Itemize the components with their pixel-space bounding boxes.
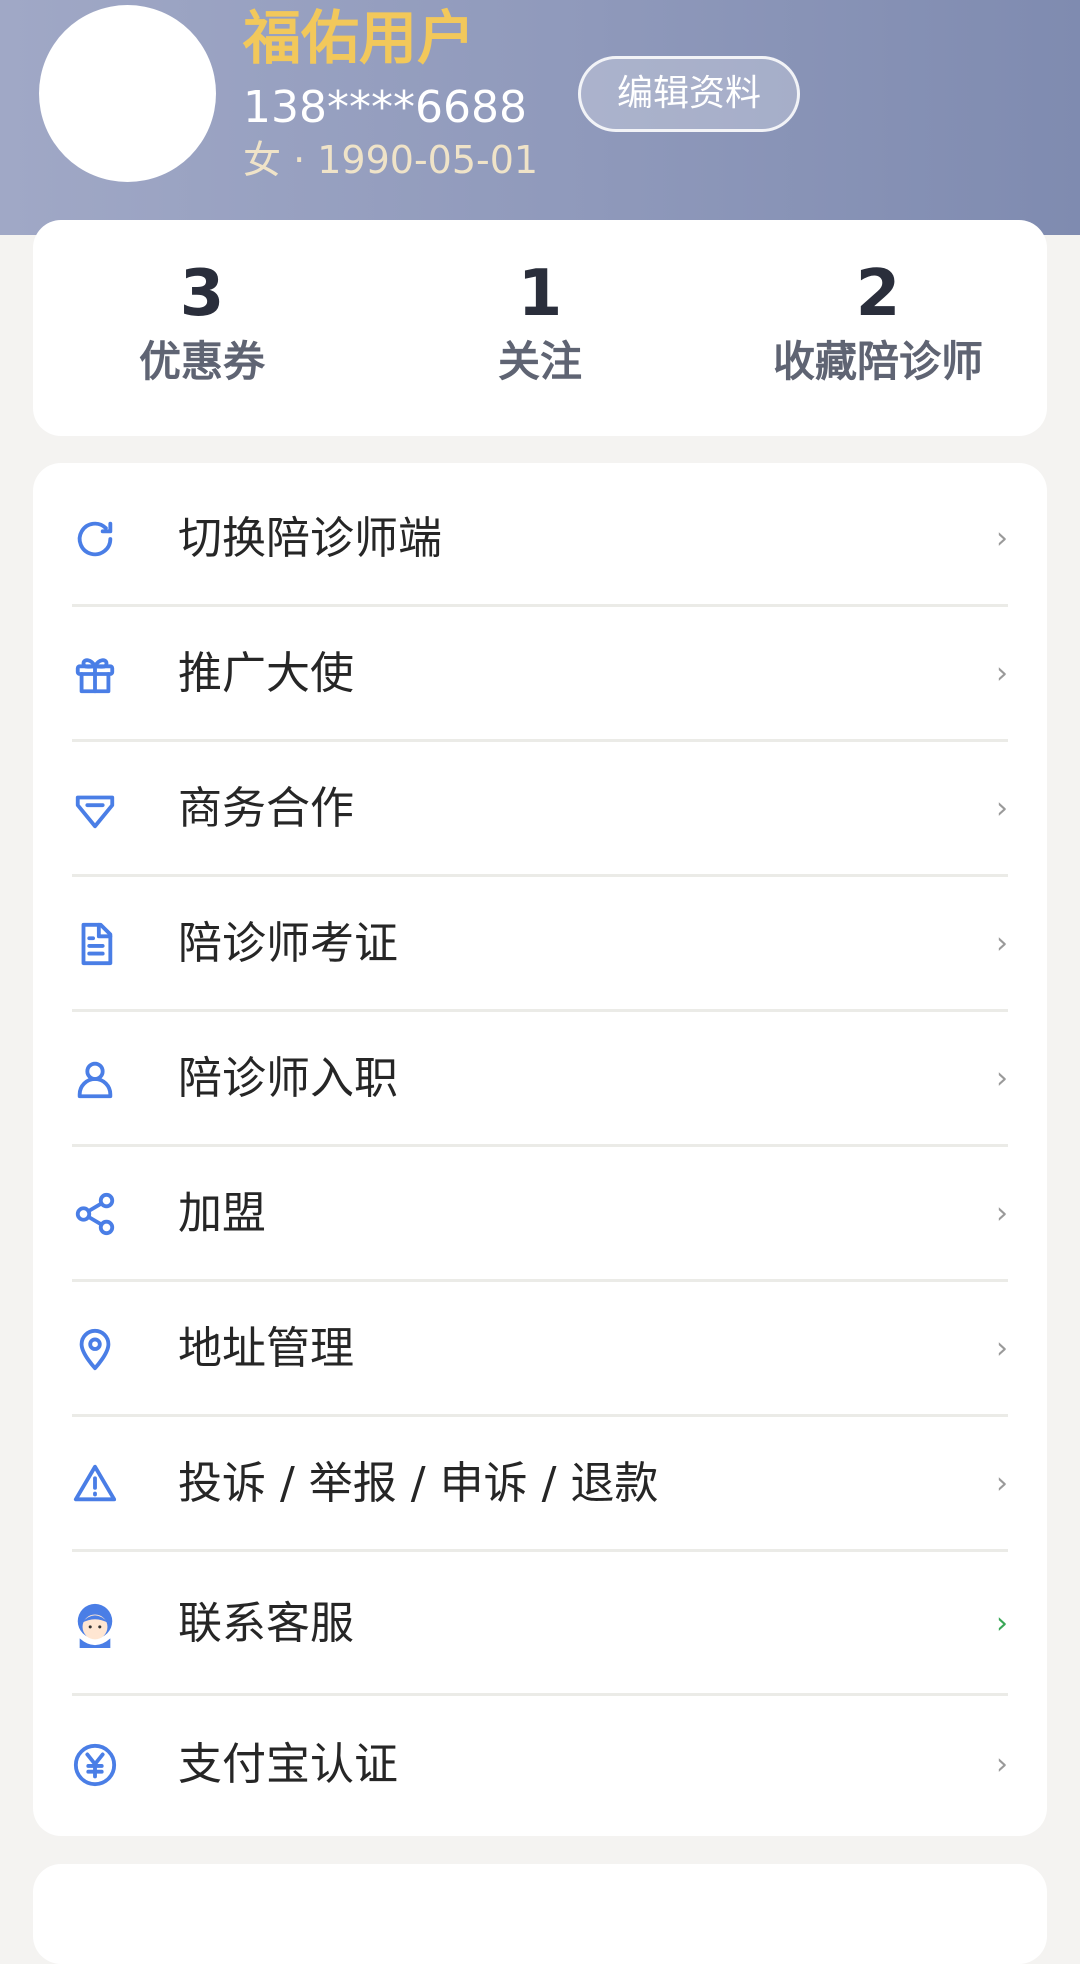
user-gender-birthday: 女 · 1990-05-01 bbox=[243, 138, 539, 182]
bottom-card bbox=[33, 1864, 1047, 1964]
chevron-right-icon: › bbox=[996, 1466, 1008, 1501]
stat-favorite-escorts-label: 收藏陪诊师 bbox=[772, 337, 983, 386]
menu-item-franchise[interactable]: 加盟 › bbox=[72, 1147, 1008, 1282]
profile-header: 福佑用户 138****6688 女 · 1990-05-01 编辑资料 bbox=[0, 0, 1080, 235]
chevron-right-icon: › bbox=[996, 1606, 1008, 1641]
location-pin-icon bbox=[72, 1326, 118, 1372]
menu-item-ambassador[interactable]: 推广大使 › bbox=[72, 607, 1008, 742]
menu-item-complaint[interactable]: 投诉 / 举报 / 申诉 / 退款 › bbox=[72, 1417, 1008, 1552]
yuan-coin-icon bbox=[72, 1742, 118, 1788]
warning-icon bbox=[72, 1461, 118, 1507]
chevron-right-icon: › bbox=[996, 1061, 1008, 1096]
stat-coupons-value: 3 bbox=[179, 257, 225, 331]
user-icon bbox=[72, 1056, 118, 1102]
chevron-right-icon: › bbox=[996, 926, 1008, 961]
menu-item-label: 商务合作 bbox=[178, 783, 354, 834]
stat-following-value: 1 bbox=[517, 257, 563, 331]
chevron-right-icon: › bbox=[996, 1196, 1008, 1231]
menu-item-label: 陪诊师入职 bbox=[178, 1053, 398, 1104]
menu-item-label: 支付宝认证 bbox=[178, 1739, 398, 1790]
chevron-right-icon: › bbox=[996, 791, 1008, 826]
menu-item-customer-service[interactable]: 联系客服 › bbox=[72, 1552, 1008, 1696]
menu-item-onboarding[interactable]: 陪诊师入职 › bbox=[72, 1012, 1008, 1147]
menu-item-switch-escort[interactable]: 切换陪诊师端 › bbox=[72, 463, 1008, 607]
avatar[interactable] bbox=[39, 5, 216, 182]
customer-service-icon bbox=[72, 1602, 118, 1648]
chevron-right-icon: › bbox=[996, 656, 1008, 691]
menu-item-label: 地址管理 bbox=[178, 1323, 354, 1374]
stat-favorite-escorts[interactable]: 2 收藏陪诊师 bbox=[709, 220, 1047, 436]
menu-item-label: 投诉 / 举报 / 申诉 / 退款 bbox=[178, 1458, 659, 1509]
menu-item-business[interactable]: 商务合作 › bbox=[72, 742, 1008, 877]
document-icon bbox=[72, 921, 118, 967]
menu-item-label: 切换陪诊师端 bbox=[178, 513, 442, 564]
chevron-right-icon: › bbox=[996, 1331, 1008, 1366]
user-name: 福佑用户 bbox=[243, 4, 476, 72]
menu-card: 切换陪诊师端 › 推广大使 › 商务合作 › 陪诊师考证 › 陪诊师入职 › 加… bbox=[33, 463, 1047, 1836]
menu-item-label: 加盟 bbox=[178, 1188, 266, 1239]
stat-favorite-escorts-value: 2 bbox=[855, 257, 901, 331]
menu-item-label: 联系客服 bbox=[178, 1598, 354, 1649]
edit-profile-button[interactable]: 编辑资料 bbox=[578, 56, 800, 132]
stat-coupons[interactable]: 3 优惠券 bbox=[33, 220, 371, 436]
stat-following-label: 关注 bbox=[497, 337, 582, 386]
menu-item-address[interactable]: 地址管理 › bbox=[72, 1282, 1008, 1417]
diamond-icon bbox=[72, 786, 118, 832]
stat-coupons-label: 优惠券 bbox=[138, 337, 265, 386]
gift-icon bbox=[72, 651, 118, 697]
refresh-icon bbox=[72, 516, 118, 562]
share-icon bbox=[72, 1191, 118, 1237]
chevron-right-icon: › bbox=[996, 521, 1008, 556]
menu-item-certification[interactable]: 陪诊师考证 › bbox=[72, 877, 1008, 1012]
user-phone: 138****6688 bbox=[243, 82, 527, 133]
menu-item-label: 推广大使 bbox=[178, 648, 354, 699]
menu-item-label: 陪诊师考证 bbox=[178, 918, 398, 969]
stat-following[interactable]: 1 关注 bbox=[371, 220, 709, 436]
menu-item-alipay-verify[interactable]: 支付宝认证 › bbox=[72, 1696, 1008, 1836]
chevron-right-icon: › bbox=[996, 1747, 1008, 1782]
stats-card: 3 优惠券 1 关注 2 收藏陪诊师 bbox=[33, 220, 1047, 436]
